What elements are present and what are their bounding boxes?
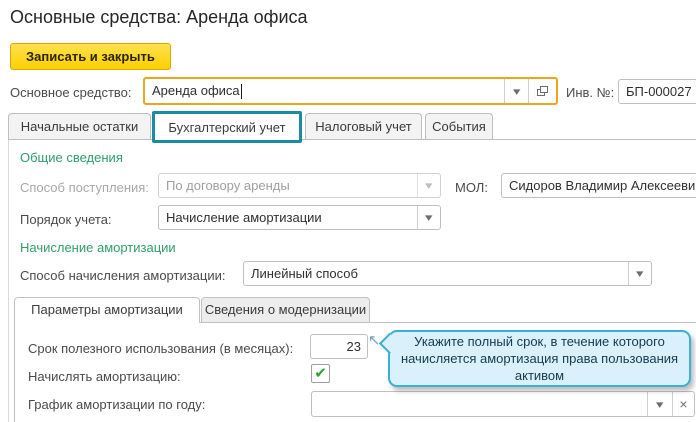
mol-field[interactable]: Сидоров Владимир Алексееви <box>501 173 696 198</box>
depreciation-method-label: Способ начисления амортизации: <box>20 268 226 283</box>
asset-card-window: Основные средства: Аренда офиса Записать… <box>0 0 696 422</box>
chevron-down-icon: ▾ <box>513 85 520 98</box>
mol-label: МОЛ: <box>455 180 488 195</box>
pointer-cursor-icon: ↖ <box>368 331 381 349</box>
useful-life-label: Срок полезного использования (в месяцах)… <box>28 341 293 356</box>
subtab-modernization-info[interactable]: Сведения о модернизации <box>201 297 370 322</box>
tab-tax-accounting[interactable]: Налоговый учет <box>305 113 422 139</box>
acquisition-dropdown-button: ▾ <box>417 174 440 197</box>
asset-field-label: Основное средство: <box>10 85 132 100</box>
accounting-order-value: Начисление амортизации <box>159 210 417 225</box>
clear-icon: × <box>679 396 687 412</box>
chevron-down-icon: ▾ <box>656 398 663 411</box>
inventory-number-value: БП-000027 <box>619 84 696 99</box>
subpanel-left-border <box>14 322 15 422</box>
checkmark-icon: ✔ <box>314 366 327 381</box>
useful-life-input[interactable]: 23 <box>310 334 368 359</box>
accounting-order-label: Порядок учета: <box>20 212 112 227</box>
tab-initial-balances[interactable]: Начальные остатки <box>8 113 151 139</box>
asset-open-button[interactable] <box>528 79 556 103</box>
depreciation-method-field[interactable]: Линейный способ ▾ <box>243 261 652 286</box>
open-form-icon <box>537 86 548 96</box>
depreciation-schedule-label: График амортизации по году: <box>28 397 205 412</box>
asset-dropdown-button[interactable]: ▾ <box>504 79 528 103</box>
depreciation-method-dropdown-button[interactable]: ▾ <box>628 262 651 285</box>
inventory-number-label: Инв. №: <box>566 85 614 100</box>
tab-page-border <box>8 140 9 422</box>
acquisition-method-field: По договору аренды ▾ <box>158 173 441 198</box>
chevron-down-icon: ▾ <box>425 211 432 224</box>
depreciation-schedule-field[interactable]: ▾ × <box>311 391 695 417</box>
schedule-clear-button[interactable]: × <box>672 392 694 416</box>
inventory-number-field[interactable]: БП-000027 <box>618 79 696 104</box>
acquisition-method-label: Способ поступления: <box>20 180 149 195</box>
schedule-dropdown-button[interactable]: ▾ <box>647 392 672 416</box>
depreciation-method-value: Линейный способ <box>244 266 628 281</box>
accounting-order-field[interactable]: Начисление амортизации ▾ <box>158 205 441 230</box>
tab-events[interactable]: События <box>425 113 493 139</box>
asset-field-value: Аренда офиса <box>145 83 504 99</box>
chevron-down-icon: ▾ <box>425 179 432 192</box>
depreciation-section-title: Начисление амортизации <box>20 240 176 255</box>
accrue-depreciation-checkbox[interactable]: ✔ <box>311 364 330 383</box>
asset-field[interactable]: Аренда офиса ▾ <box>143 77 558 105</box>
save-close-button[interactable]: Записать и закрыть <box>10 43 171 70</box>
text-cursor <box>241 84 242 99</box>
acquisition-method-value: По договору аренды <box>159 178 417 193</box>
tooltip-balloon: Укажите полный срок, в течение которого … <box>388 330 691 387</box>
chevron-down-icon: ▾ <box>636 267 643 280</box>
mol-value: Сидоров Владимир Алексееви <box>502 178 696 193</box>
accrue-depreciation-label: Начислять амортизацию: <box>28 369 181 384</box>
tab-accounting[interactable]: Бухгалтерский учет <box>152 111 302 143</box>
accounting-order-dropdown-button[interactable]: ▾ <box>417 206 440 229</box>
page-title: Основные средства: Аренда офиса <box>10 7 308 28</box>
general-section-title: Общие сведения <box>20 150 123 165</box>
subtab-depreciation-params[interactable]: Параметры амортизации <box>14 297 200 323</box>
